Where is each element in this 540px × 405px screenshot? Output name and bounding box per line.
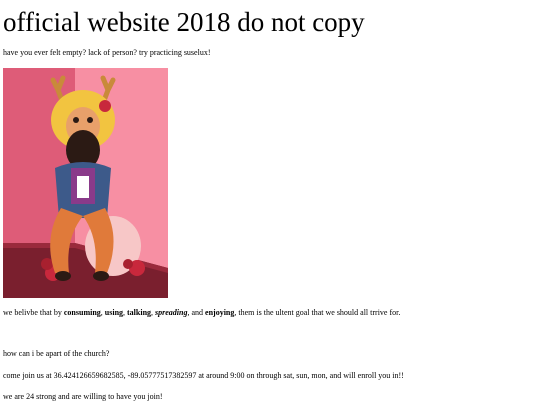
illustration-svg (3, 68, 168, 298)
word-enjoying: enjoying (205, 308, 235, 317)
intro-text: have you ever felt empty? lack of person… (3, 48, 211, 57)
belief-text: we belivbe that by consuming, using, tal… (3, 308, 401, 317)
eye-right (87, 117, 93, 123)
word-spreading: spreading (155, 308, 188, 317)
word-consuming: consuming (63, 308, 101, 317)
character-illustration (3, 68, 168, 298)
hoof-left (55, 271, 71, 281)
eye-left (73, 117, 79, 123)
word-using: using (104, 308, 124, 317)
rose-left-2 (41, 258, 53, 270)
join-text: come join us at 36.424126659682585, -89.… (3, 371, 404, 380)
cup (77, 176, 89, 198)
strong-text: we are 24 strong and are willing to have… (3, 392, 163, 401)
page-title: official website 2018 do not copy (3, 7, 365, 37)
question-text: how can i be apart of the church? (3, 349, 110, 358)
hoof-right (93, 271, 109, 281)
word-talking: talking (127, 308, 152, 317)
hair-bow (99, 100, 111, 112)
rose-right-2 (123, 259, 133, 269)
